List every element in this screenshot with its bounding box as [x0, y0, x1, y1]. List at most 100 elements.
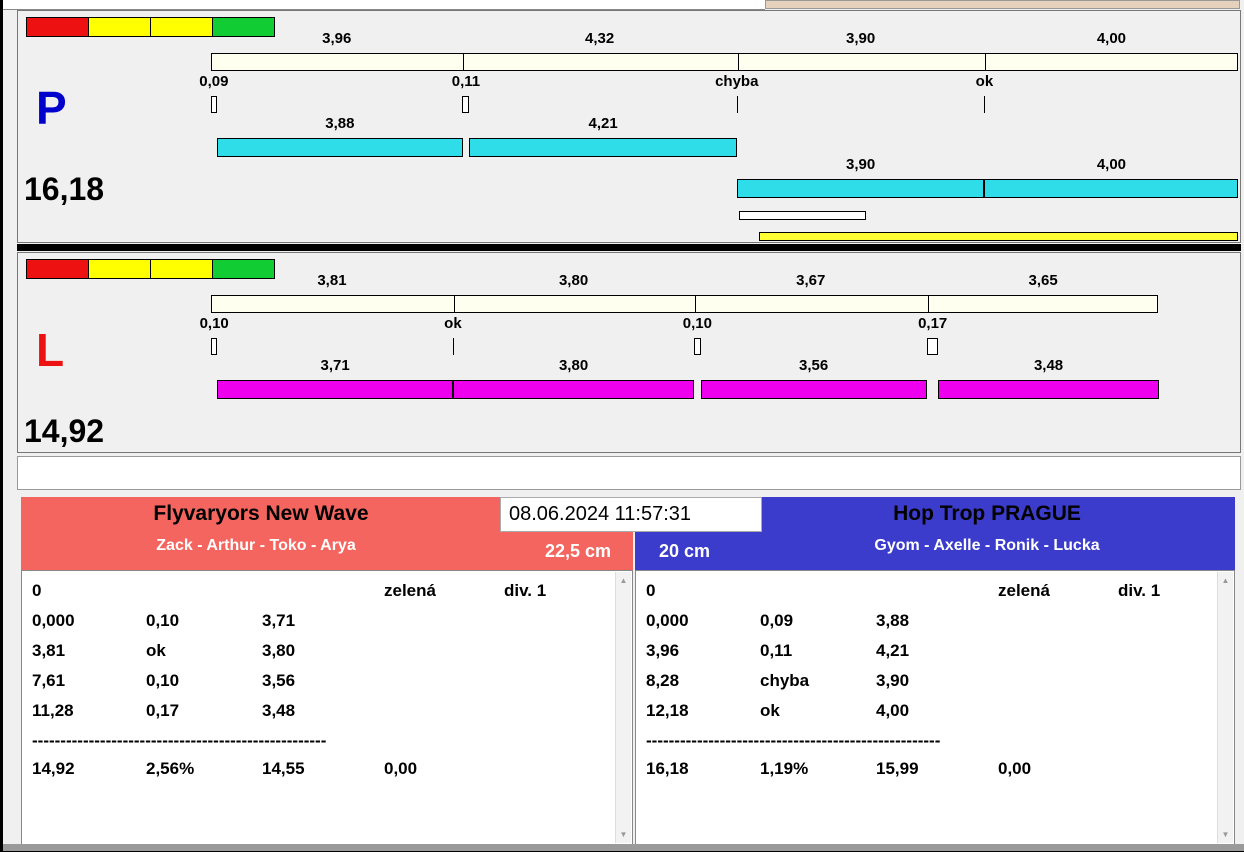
- dog-time-bar: [452, 380, 695, 399]
- team-members-right: Gyom - Axelle - Ronik - Lucka: [874, 537, 1100, 554]
- table-cell: 8,28: [646, 671, 680, 690]
- datetime-display: 08.06.2024 11:57:31: [500, 497, 762, 532]
- table-cell: 12,18: [646, 701, 689, 720]
- lane-chart-l: 3,81 0,10 3,71 3,80 ok 3,80 3,67 0,10 3,56 3,65 0,…: [18, 253, 1240, 452]
- split-time-label: 3,65: [1028, 272, 1058, 289]
- dog-time-label: 3,56: [799, 357, 829, 374]
- scroll-up-icon[interactable]: ▲: [616, 576, 631, 585]
- result-table-left: 0 zelená div. 1 0,000 0,10 3,71 3,81 ok 3,80 7,61…: [21, 570, 633, 845]
- split-ruler: [211, 295, 1159, 313]
- message-strip: [17, 456, 1241, 490]
- split-time-label: 4,00: [1096, 30, 1127, 47]
- split-time-label: 3,90: [845, 30, 876, 47]
- table-cell: div. 1: [504, 581, 547, 600]
- scroll-up-icon[interactable]: ▲: [1218, 576, 1233, 585]
- start-delta-label: ok: [975, 73, 994, 90]
- team-members-left: Zack - Arthur - Toko - Arya: [156, 537, 356, 554]
- start-delta-label: 0,10: [199, 315, 229, 332]
- progress-bar-yellow: [759, 232, 1238, 241]
- start-delta-label: 0,17: [918, 315, 948, 332]
- scroll-down-icon[interactable]: ▼: [616, 830, 631, 839]
- titlebar-accent: [765, 0, 1240, 9]
- table-scrollbar-right[interactable]: ▲ ▼: [1217, 572, 1233, 843]
- table-cell: 11,28: [32, 701, 74, 720]
- table-cell: 7,61: [32, 671, 66, 690]
- lane-panel-l: L 14,92 3,81 0,10 3,71 3,80 ok 3,80 3,67 0,10 3,…: [17, 252, 1241, 453]
- table-cell: 4,21: [876, 641, 910, 660]
- lane-chart-p: 3,96 0,09 3,88 4,32 0,11 4,21 3,90 chyba 3,90 4,0…: [18, 11, 1240, 242]
- table-cell: 3,80: [262, 641, 296, 660]
- split-time-label: 4,32: [585, 30, 615, 47]
- table-cell: 0: [646, 581, 656, 600]
- split-time-label: 3,96: [322, 30, 352, 47]
- table-cell: 0,09: [760, 611, 794, 630]
- table-separator: ----------------------------------------…: [646, 731, 941, 750]
- table-cell: ok: [760, 701, 780, 720]
- table-cell: 3,81: [32, 641, 66, 660]
- dog-time-bar: [938, 380, 1160, 399]
- start-delta-label: 0,10: [682, 315, 712, 332]
- table-cell: 3,96: [646, 641, 680, 660]
- summary-cell: 14,55: [262, 759, 305, 778]
- table-cell: chyba: [760, 671, 810, 690]
- dog-time-bar: [469, 138, 737, 157]
- table-cell: 4,00: [876, 701, 910, 720]
- summary-cell: 2,56%: [146, 759, 195, 778]
- summary-cell: 0,00: [998, 759, 1032, 778]
- footer-strip: [3, 844, 1244, 851]
- start-delta-marker: [462, 96, 470, 113]
- dog-time-label: 4,00: [1096, 156, 1127, 173]
- table-cell: zelená: [998, 581, 1050, 600]
- start-delta-label: ok: [444, 315, 462, 332]
- table-cell: 0,10: [146, 611, 180, 630]
- dog-time-bar: [216, 138, 464, 157]
- summary-cell: 15,99: [876, 759, 919, 778]
- start-delta-label: 0,09: [199, 73, 229, 90]
- titlebar: [3, 0, 765, 10]
- dog-time-bar: [736, 179, 985, 198]
- table-cell: 3,48: [262, 701, 296, 720]
- split-time-label: 3,80: [558, 272, 589, 289]
- start-delta-marker: [736, 96, 738, 113]
- dog-time-bar: [984, 179, 1239, 198]
- timing-app-window: P 16,18 3,96 0,09 3,88 4,32 0,11 4,21 3,90 chyb…: [0, 0, 1244, 852]
- summary-cell: 1,19%: [760, 759, 809, 778]
- dog-time-label: 3,71: [320, 357, 350, 374]
- dog-time-label: 4,21: [588, 115, 618, 132]
- table-cell: zelená: [384, 581, 436, 600]
- progress-bar-white: [739, 211, 866, 220]
- table-cell: 0: [32, 581, 42, 600]
- table-cell: 0,17: [146, 701, 180, 720]
- start-delta-marker: [211, 338, 218, 355]
- team-name-left: Flyvaryors New Wave: [153, 502, 369, 525]
- dog-time-bar: [700, 380, 927, 399]
- jump-height-right: 20 cm: [659, 541, 711, 561]
- table-cell: 3,71: [262, 611, 296, 630]
- dog-time-label: 3,80: [558, 357, 589, 374]
- start-delta-label: chyba: [715, 73, 759, 90]
- table-cell: 0,10: [146, 671, 180, 690]
- table-separator: ----------------------------------------…: [32, 731, 327, 750]
- dog-time-bar: [217, 380, 453, 399]
- team-name-right: Hop Trop PRAGUE: [893, 502, 1081, 525]
- start-delta-marker: [984, 96, 986, 113]
- summary-cell: 16,18: [646, 759, 689, 778]
- start-delta-marker: [211, 96, 217, 113]
- table-cell: 0,11: [760, 641, 793, 660]
- table-cell: ok: [146, 641, 166, 660]
- start-delta-marker: [452, 338, 454, 355]
- start-delta-marker: [694, 338, 701, 355]
- lane-divider: [17, 244, 1241, 251]
- start-delta-marker: [927, 338, 939, 355]
- split-tick: [985, 54, 987, 70]
- lane-panel-p: P 16,18 3,96 0,09 3,88 4,32 0,11 4,21 3,90 chyb…: [17, 10, 1241, 243]
- dog-time-label: 3,90: [845, 156, 876, 173]
- table-cell: 0,000: [32, 611, 75, 630]
- split-time-label: 3,81: [317, 272, 347, 289]
- scroll-down-icon[interactable]: ▼: [1218, 830, 1233, 839]
- dog-time-label: 3,88: [325, 115, 355, 132]
- summary-cell: 14,92: [32, 759, 75, 778]
- table-cell: 3,90: [876, 671, 910, 690]
- table-scrollbar-left[interactable]: ▲ ▼: [615, 572, 631, 843]
- split-tick: [463, 54, 465, 70]
